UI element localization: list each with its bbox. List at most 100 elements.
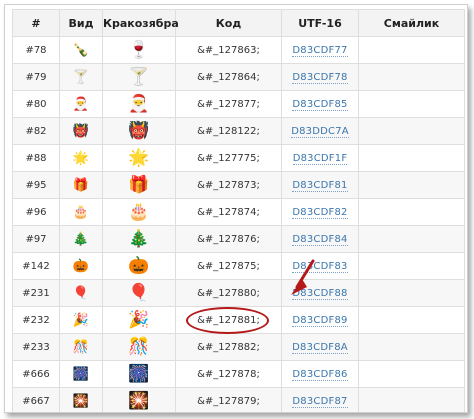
table-row: #666 🎆 🎆 &#_127878; D83CDF86 (12, 360, 465, 388)
utf16-cell: D83CDF78 (281, 63, 359, 91)
code-text: &#_127864; (197, 71, 260, 83)
utf16-link[interactable]: D83CDF77 (292, 44, 348, 57)
smiley-cell (358, 117, 465, 145)
emoji-view-icon: 🎆 (59, 360, 103, 388)
utf16-link[interactable]: D83DDC7A (291, 125, 349, 138)
emoji-krakozyabra-icon: 🎁 (102, 171, 176, 199)
table-row: #233 🎊 🎊 &#_127882; D83CDF8A (12, 333, 465, 361)
emoji-code-table: # Вид Кракозябра Код UTF-16 Смайлик #78 🍾… (12, 9, 465, 412)
emoji-view-icon: 🎂 (59, 198, 103, 226)
smiley-cell (358, 36, 465, 64)
utf16-link[interactable]: D83CDF86 (292, 368, 348, 381)
row-number: #233 (12, 333, 60, 361)
emoji-krakozyabra-icon: 🎆 (102, 360, 176, 388)
header-number: # (12, 9, 60, 37)
smiley-cell (358, 90, 465, 118)
utf16-cell: D83CDF87 (281, 387, 359, 412)
code-text: &#_127880; (197, 287, 260, 299)
utf16-link[interactable]: D83CDF89 (292, 314, 348, 327)
emoji-krakozyabra-icon: 🎄 (102, 225, 176, 253)
smiley-cell (358, 63, 465, 91)
emoji-krakozyabra-icon: 🎈 (102, 279, 176, 307)
header-code: Код (175, 9, 282, 37)
emoji-view-icon: 🍾 (59, 36, 103, 64)
red-arrow-icon (291, 259, 315, 295)
code-text: &#_128122; (197, 125, 260, 137)
smiley-cell (358, 198, 465, 226)
utf16-link[interactable]: D83CDF84 (292, 233, 348, 246)
row-number: #666 (12, 360, 60, 388)
smiley-cell (358, 225, 465, 253)
code-cell: &#_127874; (175, 198, 282, 226)
row-number: #231 (12, 279, 60, 307)
row-number: #232 (12, 306, 60, 334)
code-text: &#_127877; (197, 98, 260, 110)
emoji-krakozyabra-icon: 🎃 (102, 252, 176, 280)
utf16-cell: D83CDF89 (281, 306, 359, 334)
emoji-table-window: # Вид Кракозябра Код UTF-16 Смайлик #78 🍾… (4, 4, 468, 413)
code-cell: &#_128122; (175, 117, 282, 145)
utf16-link[interactable]: D83CDF87 (292, 395, 348, 408)
code-text: &#_127878; (197, 368, 260, 380)
table-row: #142 🎃 🎃 &#_127875; D83CDF83 (12, 252, 465, 280)
code-text: &#_127863; (197, 44, 260, 56)
code-cell: &#_127880; (175, 279, 282, 307)
emoji-krakozyabra-icon: 🍸 (102, 63, 176, 91)
code-text: &#_127873; (197, 179, 260, 191)
emoji-krakozyabra-icon: 🎉 (102, 306, 176, 334)
smiley-cell (358, 333, 465, 361)
smiley-cell (358, 144, 465, 172)
highlighted-code: &#_127881; (186, 306, 269, 334)
code-cell: &#_127881; (175, 306, 282, 334)
code-cell: &#_127864; (175, 63, 282, 91)
emoji-view-icon: 🎁 (59, 171, 103, 199)
smiley-cell (358, 252, 465, 280)
header-view: Вид (59, 9, 103, 37)
code-text: &#_127882; (197, 341, 260, 353)
emoji-krakozyabra-icon: 👹 (102, 117, 176, 145)
table-row: #88 🌟 🌟 &#_127775; D83CDF1F (12, 144, 465, 172)
emoji-view-icon: 🍸 (59, 63, 103, 91)
utf16-link[interactable]: D83CDF8A (292, 341, 348, 354)
code-text: &#_127775; (197, 152, 260, 164)
utf16-link[interactable]: D83CDF82 (292, 206, 348, 219)
emoji-krakozyabra-icon: 🍷 (102, 36, 176, 64)
emoji-krakozyabra-icon: 🎇 (102, 387, 176, 412)
table-header-row: # Вид Кракозябра Код UTF-16 Смайлик (12, 9, 465, 37)
smiley-cell (358, 360, 465, 388)
table-row: #231 🎈 🎈 &#_127880; D83CDF88 (12, 279, 465, 307)
table-row: #80 🎅 🎅 &#_127877; D83CDF85 (12, 90, 465, 118)
utf16-link[interactable]: D83CDF85 (292, 98, 348, 111)
table-row: #78 🍾 🍷 &#_127863; D83CDF77 (12, 36, 465, 64)
row-number: #96 (12, 198, 60, 226)
emoji-view-icon: 👹 (59, 117, 103, 145)
code-cell: &#_127882; (175, 333, 282, 361)
emoji-krakozyabra-icon: 🌟 (102, 144, 176, 172)
emoji-view-icon: 🎇 (59, 387, 103, 412)
row-number: #78 (12, 36, 60, 64)
row-number: #80 (12, 90, 60, 118)
code-text: &#_127879; (197, 395, 260, 407)
row-number: #88 (12, 144, 60, 172)
smiley-cell (358, 387, 465, 412)
smiley-cell (358, 171, 465, 199)
row-number: #97 (12, 225, 60, 253)
row-number: #667 (12, 387, 60, 412)
utf16-link[interactable]: D83CDF1F (292, 152, 348, 165)
table-row: #97 🎄 🎄 &#_127876; D83CDF84 (12, 225, 465, 253)
emoji-view-icon: 🎈 (59, 279, 103, 307)
code-cell: &#_127876; (175, 225, 282, 253)
emoji-view-icon: 🎊 (59, 333, 103, 361)
utf16-cell: D83CDF85 (281, 90, 359, 118)
header-smiley: Смайлик (358, 9, 465, 37)
utf16-cell: D83CDF81 (281, 171, 359, 199)
code-text: &#_127874; (197, 206, 260, 218)
table-row: #82 👹 👹 &#_128122; D83DDC7A (12, 117, 465, 145)
code-text: &#_127875; (197, 260, 260, 272)
utf16-link[interactable]: D83CDF81 (292, 179, 348, 192)
code-cell: &#_127879; (175, 387, 282, 412)
smiley-cell (358, 279, 465, 307)
header-krakozyabra: Кракозябра (102, 9, 179, 37)
utf16-link[interactable]: D83CDF78 (292, 71, 348, 84)
emoji-view-icon: 🎅 (59, 90, 103, 118)
